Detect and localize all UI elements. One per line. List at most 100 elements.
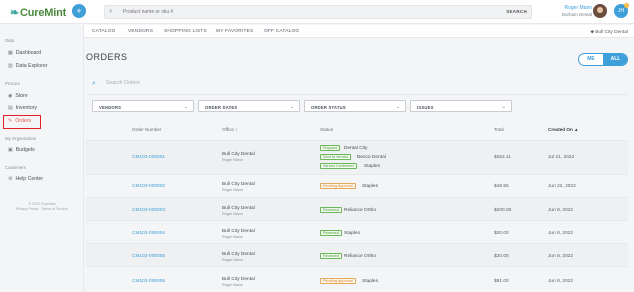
sidebar-section-data: Data (5, 38, 15, 43)
status-badge: Shipped (320, 145, 340, 151)
product-search-input[interactable] (123, 9, 503, 15)
sidebar-item-store[interactable]: ◉ Store (8, 92, 28, 101)
user-organization: Durham Dental (561, 12, 592, 17)
status-badge: Received (320, 253, 342, 259)
chevron-down-icon: ⌄ (501, 103, 506, 110)
vendor-name: Reliance Ortho (344, 253, 376, 259)
order-number-link[interactable]: CM103-000002 (132, 184, 165, 189)
order-total: $20.00 (494, 254, 509, 259)
search-icon: ⌕ (92, 80, 96, 87)
column-header-office[interactable]: Office ↕ (222, 127, 238, 132)
toggle-all[interactable]: ALL (603, 54, 627, 65)
catalog-nav: CATALOG VENDORS SHOPPING LISTS MY FAVORI… (84, 25, 634, 38)
user-name[interactable]: Roger Mann (562, 5, 592, 11)
page-title: ORDERS (86, 52, 128, 62)
nav-my-favorites[interactable]: MY FAVORITES (216, 29, 253, 34)
nav-off-catalog[interactable]: OFF CATALOG (264, 29, 299, 34)
status-badge: Sent to Vendor (320, 154, 352, 160)
order-created-date: Jul 21, 2022 (548, 155, 575, 160)
avatar-face (597, 7, 603, 13)
me-all-toggle: ME ALL (578, 53, 628, 66)
column-header-created-on[interactable]: Created On ▲ (548, 127, 579, 132)
help-icon: ⚙ (8, 176, 13, 182)
vendor-name: Staples (362, 183, 378, 189)
nav-catalog[interactable]: CATALOG (92, 29, 116, 34)
sidebar-item-data-explorer[interactable]: ▥ Data Explorer (8, 62, 47, 71)
status-badge: Received (320, 230, 342, 236)
sidebar: Data ▦ Dashboard ▥ Data Explorer Procure ◉… (0, 25, 84, 292)
search-icon: ⌕ (109, 8, 113, 15)
order-number-link[interactable]: CM103-000005 (132, 254, 165, 259)
office-user: Roger Mann (222, 283, 243, 287)
office-name: Bull City Dental (222, 206, 255, 211)
add-button[interactable]: + (72, 4, 86, 18)
sidebar-item-inventory[interactable]: ▤ Inventory (8, 104, 37, 113)
inventory-icon: ▤ (8, 105, 13, 111)
filter-order-status[interactable]: ORDER STATUS ⌄ (304, 100, 406, 112)
table-row[interactable]: CM103-000004 Bull City Dental Roger Mann… (86, 220, 628, 243)
order-number-link[interactable]: CM103-000001 (132, 155, 165, 160)
vendor-name: Staples (364, 163, 380, 169)
store-icon: ◉ (8, 93, 13, 99)
chart-icon: ▥ (8, 63, 13, 69)
status-badge: Pending Approval (320, 278, 356, 284)
order-total: $81.00 (494, 279, 509, 284)
status-badge: Pending Approval (320, 183, 356, 189)
table-row[interactable]: CM103-000006 Bull City Dental Roger Mann… (86, 266, 628, 292)
order-created-date: Jun 8, 2022 (548, 231, 574, 236)
office-name: Bull City Dental (222, 152, 255, 157)
order-created-date: Jun 8, 2022 (548, 208, 574, 213)
leaf-icon: ❧ (10, 7, 20, 19)
curemint-logo[interactable]: ❧CureMint (10, 6, 66, 19)
office-name: Bull City Dental (222, 277, 255, 282)
sidebar-item-budgets[interactable]: ▣ Budgets (8, 146, 35, 155)
divider (86, 94, 628, 95)
order-number-link[interactable]: CM103-000004 (132, 231, 165, 236)
order-total: $262.11 (494, 155, 511, 160)
table-row[interactable]: CM103-000003 Bull City Dental Roger Mann… (86, 197, 628, 220)
office-user: Roger Mann (222, 158, 243, 162)
filter-vendors[interactable]: VENDORS ⌄ (92, 100, 194, 112)
sidebar-item-dashboard[interactable]: ▦ Dashboard (8, 49, 41, 58)
search-button[interactable]: SEARCH (506, 9, 527, 14)
order-search-input[interactable]: Search Orders (106, 80, 140, 86)
vendor-name: Reliance Ortho (344, 207, 376, 213)
notification-badge: 4 (624, 3, 629, 8)
filter-order-dates[interactable]: ORDER DATES ⌄ (198, 100, 300, 112)
chevron-down-icon: ⌄ (395, 103, 400, 110)
order-number-link[interactable]: CM103-000006 (132, 279, 165, 284)
sidebar-footer-links[interactable]: Privacy Policy · Terms of Service (0, 207, 84, 211)
top-bar: ❧CureMint + ⌕ SEARCH Roger Mann Durham D… (0, 0, 634, 24)
order-created-date: Jun 8, 2022 (548, 254, 574, 259)
sidebar-item-orders[interactable]: ✎ Orders (3, 115, 42, 129)
office-name: Bull City Dental (222, 252, 255, 257)
table-row[interactable]: CM103-000005 Bull City Dental Roger Mann… (86, 243, 628, 266)
nav-vendors[interactable]: VENDORS (128, 29, 153, 34)
vendor-name: Benco Dental (357, 154, 386, 160)
nav-shopping-lists[interactable]: SHOPPING LISTS (164, 29, 207, 34)
toggle-me[interactable]: ME (579, 54, 603, 65)
table-row[interactable]: CM103-000002 Bull City Dental Roger Mann… (86, 174, 628, 197)
location-selector[interactable]: ⬥ Bull City Dental (591, 29, 629, 35)
column-header-order-number[interactable]: Order Number (132, 127, 161, 132)
order-number-link[interactable]: CM103-000003 (132, 208, 165, 213)
office-user: Roger Mann (222, 212, 243, 216)
chevron-down-icon: ⌄ (289, 103, 294, 110)
budget-icon: ▣ (8, 147, 13, 153)
table-row[interactable]: CM103-000001 Bull City Dental Roger Mann… (86, 140, 628, 174)
order-created-date: Jun 8, 2022 (548, 279, 574, 284)
vendor-name: Staples (362, 278, 378, 284)
sidebar-item-help-center[interactable]: ⚙ Help Center (8, 175, 43, 184)
column-header-total: Total (494, 127, 504, 132)
office-name: Bull City Dental (222, 229, 255, 234)
filter-issues[interactable]: ISSUES ⌄ (410, 100, 512, 112)
status-badge: Received (320, 207, 342, 213)
avatar[interactable] (593, 4, 607, 18)
chevron-down-icon: ⌄ (183, 103, 188, 110)
status-badge: Vendor Confirmed (320, 163, 357, 169)
grid-icon: ▦ (8, 50, 13, 56)
vendor-name: Dental City (344, 145, 368, 151)
product-search-box: ⌕ SEARCH (104, 5, 532, 19)
vendor-name: Staples (344, 230, 360, 236)
office-name: Bull City Dental (222, 182, 255, 187)
